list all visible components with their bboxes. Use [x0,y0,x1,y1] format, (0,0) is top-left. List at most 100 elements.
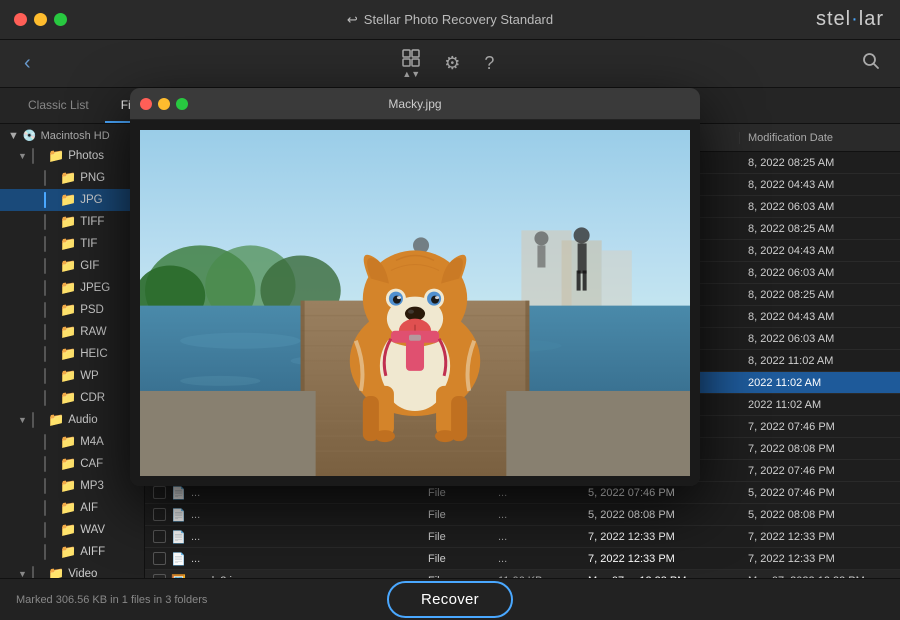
video-checkbox[interactable] [32,566,34,578]
audio-checkbox[interactable] [32,412,34,428]
search-button[interactable] [858,48,884,79]
folder-icon: 📁 [60,478,76,494]
sidebar-item-gif[interactable]: 📁 GIF [0,255,144,277]
sidebar-item-m4a[interactable]: 📁 M4A [0,431,144,453]
folder-icon: 📁 [60,500,76,516]
sidebar-item-wav[interactable]: 📁 WAV [0,519,144,541]
folder-icon: 📁 [60,522,76,538]
folder-icon: 📁 [60,368,76,384]
sidebar-item-label: WP [80,370,99,382]
sidebar-item-caf[interactable]: 📁 CAF [0,453,144,475]
cdr-checkbox[interactable] [44,390,46,406]
sidebar-item-tif[interactable]: 📁 TIF [0,233,144,255]
folder-icon: 📁 [60,280,76,296]
psd-checkbox[interactable] [44,302,46,318]
sidebar-item-jpg[interactable]: 📁 JPG [0,189,144,211]
title-bar: ↩ Stellar Photo Recovery Standard stel·l… [0,0,900,40]
sidebar-item-label: RAW [80,326,106,338]
sidebar-item-heic[interactable]: 📁 HEIC [0,343,144,365]
jpg-checkbox[interactable] [44,192,46,208]
folder-icon: 📁 [48,566,64,578]
preview-window[interactable]: Macky.jpg [130,88,700,486]
preview-traffic-lights [140,98,188,110]
sidebar-item-label: GIF [80,260,99,272]
wav-checkbox[interactable] [44,522,46,538]
table-row[interactable]: 📄... File ... 5, 2022 08:08 PM 5, 2022 0… [145,504,900,526]
wp-checkbox[interactable] [44,368,46,384]
preview-close-button[interactable] [140,98,152,110]
back-arrow-icon: ↩ [347,12,358,28]
folder-icon: 📁 [60,170,76,186]
preview-maximize-button[interactable] [176,98,188,110]
row-checkbox[interactable] [153,508,166,521]
sidebar-item-photos[interactable]: ▼ 📁 Photos [0,145,144,167]
row-checkbox[interactable] [153,530,166,543]
gif-checkbox[interactable] [44,258,46,274]
raw-checkbox[interactable] [44,324,46,340]
sidebar-item-label: JPG [80,194,102,206]
sidebar-item-label: HEIC [80,348,107,360]
row-checkbox[interactable] [153,486,166,499]
row-checkbox[interactable] [153,552,166,565]
sidebar-item-label: TIFF [80,216,104,228]
settings-icon[interactable]: ⚙ [440,49,464,78]
sidebar-item-label: CDR [80,392,105,404]
chevron-icon: ▼ [18,151,32,161]
tif-checkbox[interactable] [44,236,46,252]
tab-classic[interactable]: Classic List [12,88,105,123]
sidebar-item-raw[interactable]: 📁 RAW [0,321,144,343]
preview-minimize-button[interactable] [158,98,170,110]
view-grid-button[interactable]: ▲▼ [398,45,424,83]
tiff-checkbox[interactable] [44,214,46,230]
table-row[interactable]: 📄... File ... 7, 2022 12:33 PM 7, 2022 1… [145,526,900,548]
sidebar-item-wp[interactable]: 📁 WP [0,365,144,387]
sidebar-item-video[interactable]: ▼ 📁 Video [0,563,144,578]
table-row[interactable]: 📄... File ... 7, 2022 12:33 PM 7, 2022 1… [145,548,900,570]
recover-button[interactable]: Recover [387,581,513,618]
maximize-button[interactable] [54,13,67,26]
sidebar-item-png[interactable]: 📁 PNG [0,167,144,189]
sidebar-item-aiff[interactable]: 📁 AIFF [0,541,144,563]
sidebar-item-label: Photos [68,150,104,162]
close-button[interactable] [14,13,27,26]
caf-checkbox[interactable] [44,456,46,472]
m4a-checkbox[interactable] [44,434,46,450]
folder-icon: 📁 [60,434,76,450]
jpeg-checkbox[interactable] [44,280,46,296]
folder-icon: 📁 [60,456,76,472]
table-row-mask[interactable]: 🖼️mask.2.jpg File 11.06 KB May 07, ...12… [145,570,900,578]
sidebar-item-aif[interactable]: 📁 AIF [0,497,144,519]
sidebar-item-label: PSD [80,304,104,316]
sidebar-item-mp3[interactable]: 📁 MP3 [0,475,144,497]
preview-title: Macky.jpg [388,97,441,111]
sidebar-item-label: AIF [80,502,98,514]
folder-icon: 📁 [60,302,76,318]
folder-icon: 📁 [60,324,76,340]
chevron-icon: ▼ [18,415,32,425]
sidebar-item-label: TIF [80,238,97,250]
preview-image-area [130,120,700,486]
mp3-checkbox[interactable] [44,478,46,494]
minimize-button[interactable] [34,13,47,26]
sidebar-root: ▼ 💿 Macintosh HD [0,124,144,145]
png-checkbox[interactable] [44,170,46,186]
traffic-lights [14,13,67,26]
sidebar-item-jpeg[interactable]: 📁 JPEG [0,277,144,299]
sidebar-item-psd[interactable]: 📁 PSD [0,299,144,321]
back-button[interactable]: ‹ [16,48,39,79]
sidebar-item-label: CAF [80,458,103,470]
photos-checkbox[interactable] [32,148,34,164]
sidebar-item-audio[interactable]: ▼ 📁 Audio [0,409,144,431]
aiff-checkbox[interactable] [44,544,46,560]
sidebar-item-tiff[interactable]: 📁 TIFF [0,211,144,233]
sidebar-item-label: WAV [80,524,105,536]
heic-checkbox[interactable] [44,346,46,362]
folder-icon: 📁 [48,148,64,164]
drive-icon: 💿 [23,129,37,142]
column-header-modification[interactable]: Modification Date [740,132,900,144]
aif-checkbox[interactable] [44,500,46,516]
sidebar: ▼ 💿 Macintosh HD ▼ 📁 Photos 📁 PNG 📁 JPG … [0,124,145,578]
toolbar: ‹ ▲▼ ⚙ ? [0,40,900,88]
help-icon[interactable]: ? [480,49,498,78]
sidebar-item-cdr[interactable]: 📁 CDR [0,387,144,409]
